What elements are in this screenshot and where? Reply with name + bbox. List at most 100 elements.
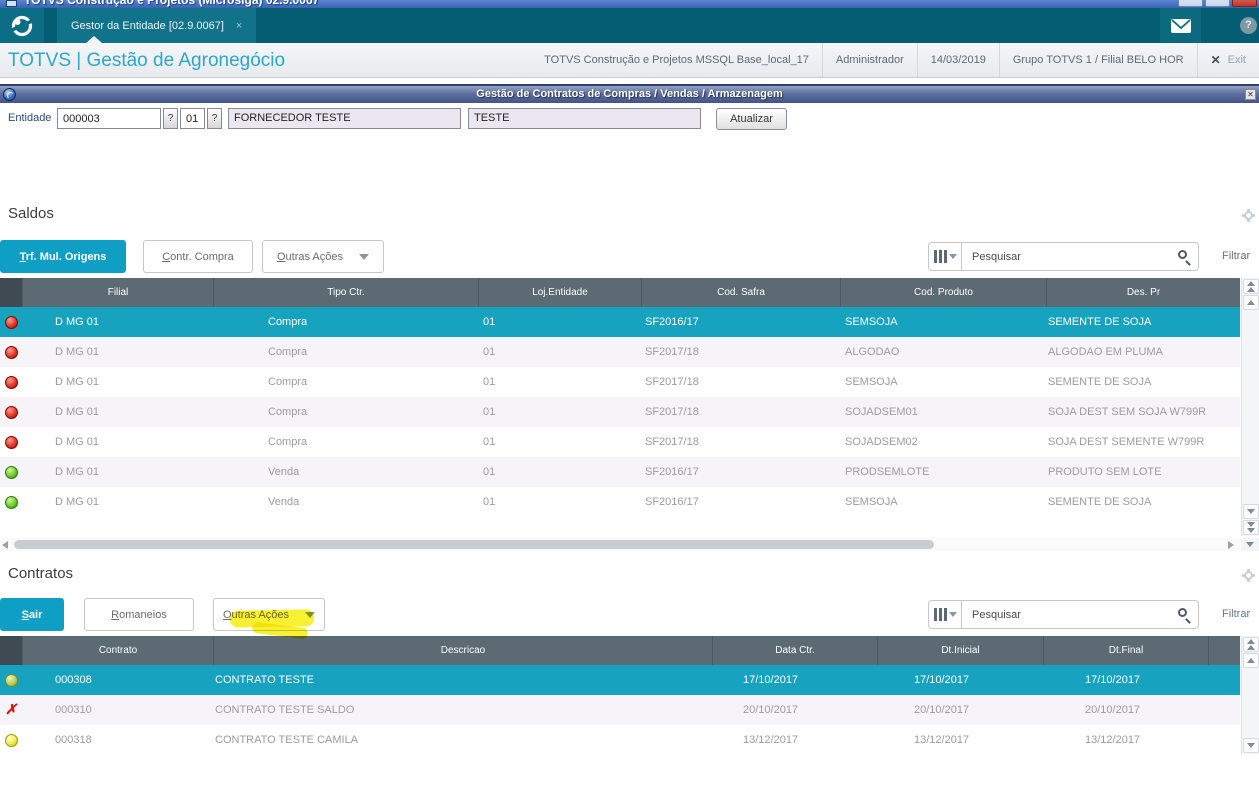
status-icon xyxy=(4,733,18,747)
entity-lookup-button-1[interactable]: ? xyxy=(163,108,178,129)
entity-form-row: Entidade ? ? FORNECEDOR TESTE TESTE Atua… xyxy=(0,108,1259,134)
scrollbar-corner[interactable] xyxy=(1241,538,1259,551)
scroll-page-up-button[interactable] xyxy=(1243,279,1259,294)
scroll-page-down-button[interactable] xyxy=(1243,520,1259,535)
status-column-header[interactable] xyxy=(0,636,22,665)
chevron-down-icon xyxy=(948,612,957,617)
column-header[interactable]: Filial xyxy=(22,278,213,307)
status-column-header[interactable] xyxy=(0,278,22,307)
column-header[interactable]: Dt.Final xyxy=(1043,636,1208,665)
column-header[interactable]: Data Ctr. xyxy=(712,636,877,665)
table-row[interactable]: D MG 01 Venda 01 SF2016/17 SEMSOJA SEMENTE DE… xyxy=(0,487,1240,517)
sair-button[interactable]: Sair xyxy=(0,598,64,631)
status-icon xyxy=(4,405,18,419)
scroll-page-up-button[interactable] xyxy=(1243,637,1259,652)
table-row[interactable]: D MG 01 Compra 01 SF2017/18 SOJADSEM02 SOJA D… xyxy=(0,427,1240,457)
table-row[interactable]: D MG 01 Compra 01 SF2017/18 SEMSOJA SEMENTE D… xyxy=(0,367,1240,397)
app-brand-title: TOTVS | Gestão de Agronegócio xyxy=(8,50,286,71)
entity-code-field[interactable] xyxy=(57,108,161,129)
column-header[interactable]: Cod. Safra xyxy=(641,278,840,307)
maximize-button[interactable] xyxy=(1205,0,1230,7)
entity-lookup-button-2[interactable]: ? xyxy=(207,108,222,129)
tab-close-icon[interactable]: × xyxy=(236,20,242,32)
status-icon xyxy=(4,315,18,329)
saldos-search-input[interactable] xyxy=(962,242,1199,271)
contratos-search-group xyxy=(928,600,1199,629)
saldos-table-header: Filial Tipo Ctr. Loj.Entidade Cod. Safra… xyxy=(0,278,1240,307)
contr-compra-button[interactable]: Contr. Compra xyxy=(143,240,253,273)
envelope-icon xyxy=(1170,18,1191,33)
dialog-close-button[interactable]: ✕ xyxy=(1245,89,1256,100)
table-row[interactable]: D MG 01 Compra 01 SF2017/18 SOJADSEM01 SOJA D… xyxy=(0,397,1240,427)
chevron-down-icon xyxy=(948,254,957,259)
column-header[interactable]: Descricao xyxy=(213,636,712,665)
totvs-logo-icon xyxy=(11,15,33,36)
table-row[interactable]: 000310CONTRATO TESTE SALDO20/10/201720/1… xyxy=(0,695,1240,725)
scroll-up-button[interactable] xyxy=(1243,295,1259,310)
mail-button[interactable] xyxy=(1160,8,1201,43)
table-row[interactable]: D MG 01 Compra 01 SF2017/18 ALGODAO ALGODAO E… xyxy=(0,337,1240,367)
contratos-columns-button[interactable] xyxy=(928,600,962,629)
contratos-section-title: Contratos xyxy=(8,565,74,582)
user-label: Administrador xyxy=(821,43,917,77)
entity-store-field[interactable] xyxy=(180,108,205,129)
saldos-vertical-scrollbar[interactable] xyxy=(1241,278,1259,536)
exit-label: Exit xyxy=(1227,54,1246,66)
totvs-logo[interactable] xyxy=(0,8,44,43)
column-header[interactable]: Tipo Ctr. xyxy=(213,278,478,307)
table-row[interactable]: 000318 CONTRATO TESTE CAMILA 13/12/2017 13/… xyxy=(0,725,1240,755)
status-icon xyxy=(4,673,18,687)
column-header[interactable]: Des. Pr xyxy=(1046,278,1240,307)
contratos-vertical-scrollbar[interactable] xyxy=(1241,636,1259,754)
column-header[interactable]: Contrato xyxy=(22,636,213,665)
entity-label: Entidade xyxy=(8,112,52,124)
contratos-table: Contrato Descricao Data Ctr. Dt.Inicial … xyxy=(0,636,1240,755)
romaneios-button[interactable]: Romaneios xyxy=(84,598,194,631)
contratos-table-header: Contrato Descricao Data Ctr. Dt.Inicial … xyxy=(0,636,1240,665)
status-icon xyxy=(4,345,18,359)
saldos-filter-link[interactable]: Filtrar xyxy=(1222,250,1250,262)
header-info-bar: TOTVS Construção e Projetos MSSQL Base_l… xyxy=(531,43,1259,77)
window-icon xyxy=(6,0,17,7)
minimize-button[interactable] xyxy=(1178,0,1203,7)
branch-label: Grupo TOTVS 1 / Filial BELO HOR xyxy=(998,43,1197,77)
columns-icon xyxy=(933,250,937,263)
trf-mul-origens-button[interactable]: Trf. Mul. Origens xyxy=(0,240,126,273)
scrollbar-thumb[interactable] xyxy=(14,540,934,549)
columns-icon xyxy=(933,608,937,621)
contratos-filter-link[interactable]: Filtrar xyxy=(1222,608,1250,620)
update-button[interactable]: Atualizar xyxy=(716,108,787,130)
exit-x-icon: ✕ xyxy=(1210,53,1221,67)
dialog-title: Gestão de Contratos de Compras / Vendas … xyxy=(476,88,783,100)
exit-button[interactable]: ✕ Exit xyxy=(1196,43,1259,77)
scroll-right-icon[interactable] xyxy=(1228,541,1234,549)
table-row[interactable]: 000308 CONTRATO TESTE 17/10/2017 17/10/2017… xyxy=(0,665,1240,695)
column-header[interactable]: Loj.Entidade xyxy=(478,278,641,307)
scroll-down-button[interactable] xyxy=(1243,738,1259,753)
saldos-columns-button[interactable] xyxy=(928,242,962,271)
contratos-search-box xyxy=(962,600,1199,629)
table-row[interactable]: D MG 01 Venda 01 SF2016/17 PRODSEMLOTE PRODUT… xyxy=(0,457,1240,487)
saldos-horizontal-scrollbar[interactable] xyxy=(0,538,1240,551)
search-icon[interactable] xyxy=(1178,250,1187,259)
scroll-up-button[interactable] xyxy=(1243,653,1259,668)
entity-shortname-field: TESTE xyxy=(468,108,701,129)
column-header[interactable]: Dt.Inicial xyxy=(877,636,1043,665)
saldos-table: Filial Tipo Ctr. Loj.Entidade Cod. Safra… xyxy=(0,278,1240,517)
contratos-settings-gear-icon[interactable] xyxy=(1244,571,1253,580)
scroll-left-icon[interactable] xyxy=(2,541,8,549)
dialog-titlebar: Gestão de Contratos de Compras / Vendas … xyxy=(0,86,1259,103)
saldos-settings-gear-icon[interactable] xyxy=(1244,211,1253,220)
table-row[interactable]: D MG 01 Compra 01 SF2016/17 SEMSOJA SEMENTE D… xyxy=(0,307,1240,337)
saldos-outras-acoes-button[interactable]: Outras Ações xyxy=(262,240,384,273)
status-icon xyxy=(5,701,17,719)
scroll-down-button[interactable] xyxy=(1243,504,1259,519)
saldos-section-title: Saldos xyxy=(8,205,54,222)
search-icon[interactable] xyxy=(1178,608,1187,617)
contratos-search-input[interactable] xyxy=(962,600,1199,629)
help-button[interactable]: ? xyxy=(1240,17,1257,34)
close-button[interactable] xyxy=(1232,0,1257,7)
column-header[interactable]: Cod. Produto xyxy=(840,278,1046,307)
window-title: TOTVS Construção e Projetos (Microsiga) … xyxy=(24,0,320,7)
column-header[interactable] xyxy=(1208,636,1240,665)
